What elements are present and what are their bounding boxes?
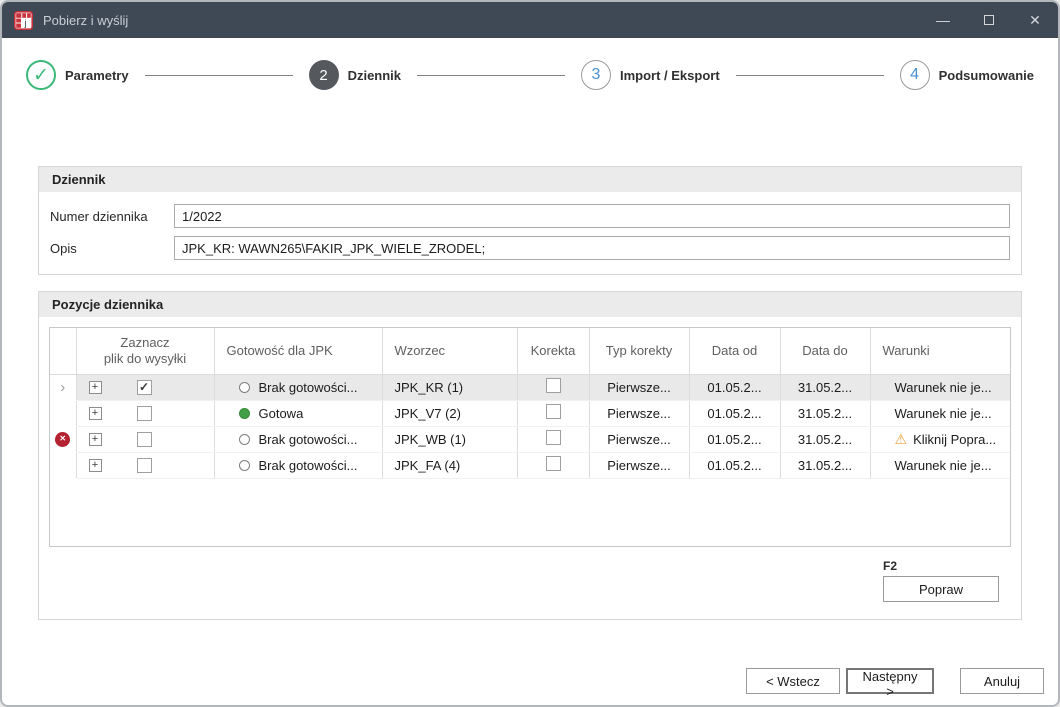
data-od-value: 01.05.2... (707, 458, 761, 473)
opis-label: Opis (50, 241, 174, 256)
step-podsumowanie[interactable]: 4 Podsumowanie (900, 60, 1034, 90)
select-checkbox[interactable]: ✓ (137, 406, 152, 421)
dziennik-groupbox: Dziennik Numer dziennika Opis (38, 166, 1022, 275)
step-number: 3 (581, 60, 611, 90)
expand-icon[interactable]: + (89, 407, 102, 420)
korekta-checkbox[interactable]: ✓ (546, 430, 561, 445)
data-do-value: 31.05.2... (798, 458, 852, 473)
col-typ-korekty[interactable]: Typ korekty (589, 328, 689, 374)
col-indicator (50, 328, 76, 374)
dziennik-group-title: Dziennik (39, 167, 1021, 192)
titlebar: j Pobierz i wyślij — ✕ (2, 2, 1058, 38)
warunki-value: Kliknij Popra... (913, 432, 996, 447)
data-do-value: 31.05.2... (798, 406, 852, 421)
positions-grid: Zaznacz plik do wysyłki Gotowość dla JPK… (49, 327, 1011, 547)
step-label: Parametry (65, 68, 129, 83)
wizard-stepper: ✓ Parametry 2 Dziennik 3 Import / Ekspor… (26, 46, 1034, 104)
pozycje-groupbox: Pozycje dziennika Zaznacz plik do wysyłk… (38, 291, 1022, 620)
cancel-button[interactable]: Anuluj (960, 668, 1044, 694)
warunki-value: Warunek nie je... (895, 458, 992, 473)
typ-korekty-value: Pierwsze... (607, 458, 671, 473)
maximize-icon (984, 15, 994, 25)
close-button[interactable]: ✕ (1012, 2, 1058, 38)
expand-icon[interactable]: + (89, 433, 102, 446)
col-wzorzec[interactable]: Wzorzec (382, 328, 517, 374)
svg-text:j: j (24, 18, 27, 28)
popraw-button[interactable]: Popraw (883, 576, 999, 602)
col-data-do[interactable]: Data do (780, 328, 870, 374)
col-korekta[interactable]: Korekta (517, 328, 589, 374)
typ-korekty-value: Pierwsze... (607, 432, 671, 447)
select-checkbox[interactable]: ✓ (137, 458, 152, 473)
col-gotowosc[interactable]: Gotowość dla JPK (214, 328, 382, 374)
wizard-footer: < Wstecz Następny > Anuluj (746, 668, 1044, 694)
korekta-checkbox[interactable]: ✓ (546, 378, 561, 393)
window-title: Pobierz i wyślij (43, 13, 920, 28)
step-label: Podsumowanie (939, 68, 1034, 83)
status-dot (239, 434, 250, 445)
typ-korekty-value: Pierwsze... (607, 380, 671, 395)
expand-icon[interactable]: + (89, 381, 102, 394)
error-icon: ✕ (55, 432, 70, 447)
data-od-value: 01.05.2... (707, 406, 761, 421)
select-checkbox[interactable]: ✓ (137, 432, 152, 447)
step-number: 4 (900, 60, 930, 90)
step-connector (145, 75, 293, 76)
wzorzec-value: JPK_KR (1) (395, 380, 464, 395)
step-import-eksport[interactable]: 3 Import / Eksport (581, 60, 720, 90)
table-row[interactable]: › ✕ + ✓ Brak gotowości... JPK_FA (4) ✓ P… (50, 452, 1010, 478)
status-label: Brak gotowości... (259, 458, 358, 473)
dialog-pobierz-i-wyslij: j Pobierz i wyślij — ✕ ✓ Parametry 2 Dzi… (0, 0, 1060, 707)
f2-shortcut-label: F2 (883, 559, 999, 573)
status-label: Gotowa (259, 406, 304, 421)
typ-korekty-value: Pierwsze... (607, 406, 671, 421)
close-icon: ✕ (1029, 12, 1041, 29)
opis-input[interactable] (174, 236, 1010, 260)
warunki-value: Warunek nie je... (895, 406, 992, 421)
step-number: 2 (309, 60, 339, 90)
grid-header-row: Zaznacz plik do wysyłki Gotowość dla JPK… (50, 328, 1010, 374)
status-dot (239, 382, 250, 393)
step-connector (736, 75, 884, 76)
back-button[interactable]: < Wstecz (746, 668, 840, 694)
table-row[interactable]: › ✕ + ✓ Brak gotowości... JPK_KR (1) ✓ P… (50, 374, 1010, 400)
step-dziennik[interactable]: 2 Dziennik (309, 60, 401, 90)
app-icon: j (14, 11, 33, 30)
numer-dziennika-input[interactable] (174, 204, 1010, 228)
step-parametry[interactable]: ✓ Parametry (26, 60, 129, 90)
status-label: Brak gotowości... (259, 432, 358, 447)
wzorzec-value: JPK_V7 (2) (395, 406, 461, 421)
data-od-value: 01.05.2... (707, 380, 761, 395)
korekta-checkbox[interactable]: ✓ (546, 404, 561, 419)
status-label: Brak gotowości... (259, 380, 358, 395)
table-row[interactable]: › ✕ + ✓ Brak gotowości... JPK_WB (1) ✓ P… (50, 426, 1010, 452)
wzorzec-value: JPK_WB (1) (395, 432, 467, 447)
next-button[interactable]: Następny > (846, 668, 934, 694)
step-label: Dziennik (348, 68, 401, 83)
step-done-check-icon: ✓ (26, 60, 56, 90)
expand-icon[interactable]: + (89, 459, 102, 472)
col-warunki[interactable]: Warunki (870, 328, 1010, 374)
data-do-value: 31.05.2... (798, 380, 852, 395)
data-do-value: 31.05.2... (798, 432, 852, 447)
wzorzec-value: JPK_FA (4) (395, 458, 461, 473)
pozycje-group-title: Pozycje dziennika (39, 292, 1021, 317)
warunki-value: Warunek nie je... (895, 380, 992, 395)
col-zaznacz[interactable]: Zaznacz plik do wysyłki (76, 328, 214, 374)
minimize-icon: — (936, 12, 950, 28)
status-dot (239, 460, 250, 471)
numer-dziennika-label: Numer dziennika (50, 209, 174, 224)
minimize-button[interactable]: — (920, 2, 966, 38)
korekta-checkbox[interactable]: ✓ (546, 456, 561, 471)
warning-icon: ⚠ (895, 432, 908, 446)
maximize-button[interactable] (966, 2, 1012, 38)
data-od-value: 01.05.2... (707, 432, 761, 447)
step-connector (417, 75, 565, 76)
status-dot (239, 408, 250, 419)
select-checkbox[interactable]: ✓ (137, 380, 152, 395)
current-row-icon: › (60, 379, 65, 396)
col-data-od[interactable]: Data od (689, 328, 780, 374)
table-row[interactable]: › ✕ + ✓ Gotowa JPK_V7 (2) ✓ Pierwsze... … (50, 400, 1010, 426)
step-label: Import / Eksport (620, 68, 720, 83)
